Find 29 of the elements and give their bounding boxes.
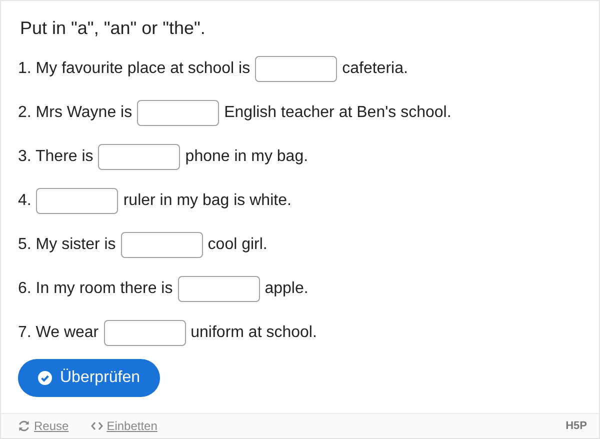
task-title: Put in "a", "an" or "the". bbox=[20, 17, 206, 39]
answer-field[interactable] bbox=[98, 144, 180, 170]
sentence-text: apple. bbox=[264, 279, 308, 299]
sentence-text: cafeteria. bbox=[342, 59, 408, 79]
sentence-text: phone in my bag. bbox=[185, 147, 308, 167]
sentence-text: 1. My favourite place at school is bbox=[18, 59, 250, 79]
sentence-text: uniform at school. bbox=[190, 323, 317, 343]
answer-field[interactable] bbox=[178, 276, 260, 302]
answer-field[interactable] bbox=[36, 188, 118, 214]
answer-field[interactable] bbox=[104, 320, 186, 346]
sentence-text: 3. There is bbox=[18, 147, 94, 167]
check-circle-icon bbox=[38, 371, 52, 385]
sentence-text: English teacher at Ben's school. bbox=[224, 103, 452, 123]
sentence-text: 4. bbox=[18, 191, 32, 211]
refresh-icon bbox=[18, 420, 30, 432]
sentence-text: ruler in my bag is white. bbox=[123, 191, 292, 211]
check-button[interactable]: Überprüfen bbox=[18, 359, 160, 397]
code-icon bbox=[90, 421, 103, 431]
answer-field[interactable] bbox=[137, 100, 220, 126]
logo-text: H5P bbox=[566, 418, 587, 434]
sentence-text: 2. Mrs Wayne is bbox=[18, 103, 132, 123]
answer-field[interactable] bbox=[255, 56, 338, 82]
sentence-text: cool girl. bbox=[208, 235, 268, 255]
footer-link[interactable]: Einbetten bbox=[90, 417, 158, 435]
sentence-text: 7. We wear bbox=[18, 323, 99, 343]
footer-link[interactable]: Reuse bbox=[18, 417, 69, 435]
answer-field[interactable] bbox=[120, 232, 203, 258]
sentence-text: 5. My sister is bbox=[18, 235, 116, 255]
sentence-text: 6. In my room there is bbox=[18, 279, 173, 299]
